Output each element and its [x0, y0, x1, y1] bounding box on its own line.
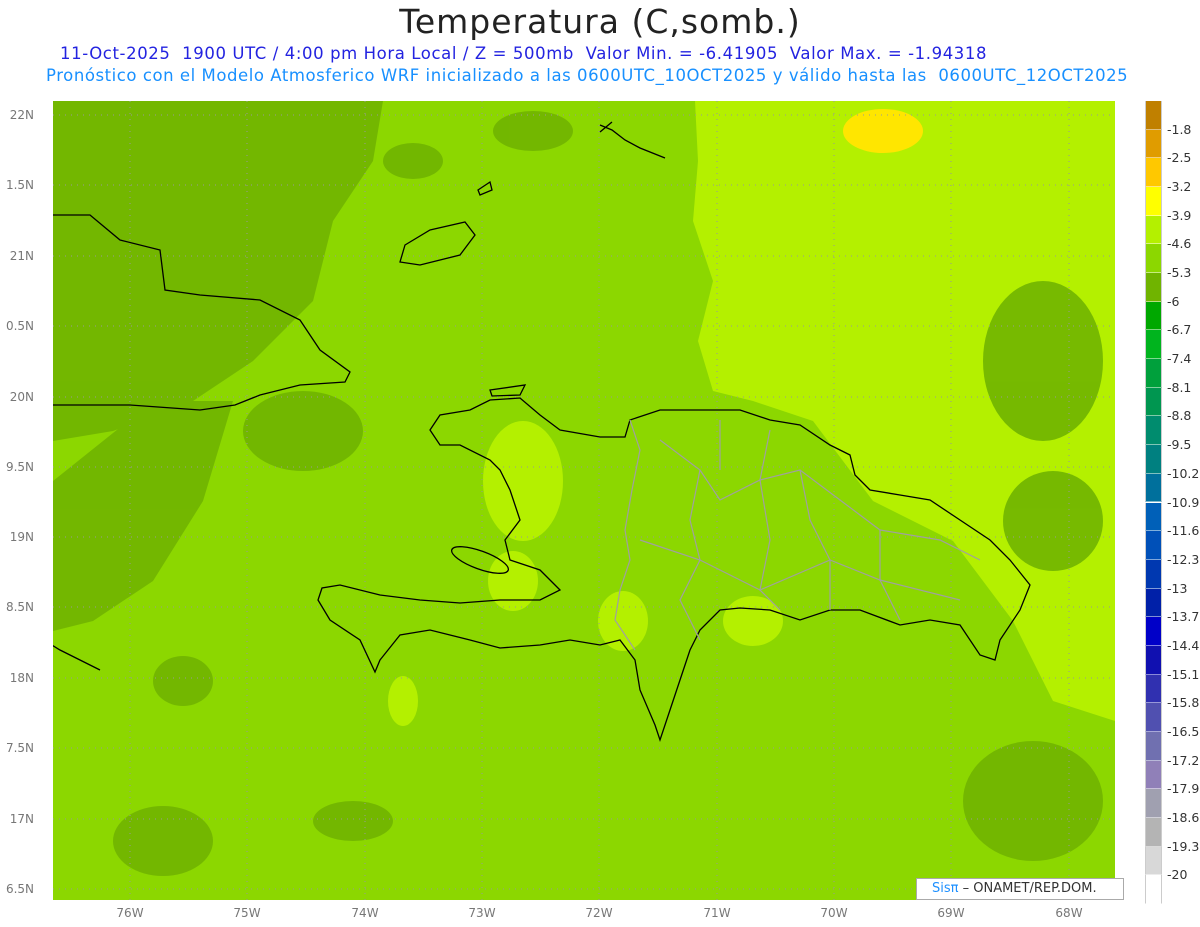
colorbar-label: -19.3: [1167, 838, 1200, 854]
logo-text: – ONAMET/REP.DOM.: [958, 881, 1097, 896]
source-logo: Sisπ – ONAMET/REP.DOM.: [916, 878, 1124, 900]
colorbar-label: -9.5: [1167, 437, 1192, 453]
y-label: 21N: [9, 249, 34, 263]
colorbar-swatch: [1145, 789, 1162, 818]
colorbar-swatch: [1145, 760, 1162, 790]
colorbar-label: -10.9: [1167, 494, 1200, 510]
colorbar-swatch: [1145, 473, 1162, 503]
colorbar-swatch: [1145, 158, 1162, 188]
colorbar-label: -20: [1167, 867, 1188, 883]
y-label: 22N: [9, 108, 34, 122]
colorbar-label: -8.1: [1167, 379, 1192, 395]
subtitle-datetime: 11-Oct-2025 1900 UTC / 4:00 pm Hora Loca…: [60, 44, 988, 63]
x-label: 69W: [937, 906, 965, 920]
colorbar-label: -6: [1167, 293, 1180, 309]
colorbar-swatch: [1145, 674, 1162, 704]
colorbar-label: -5.3: [1167, 265, 1192, 281]
y-label: 7.5N: [5, 741, 34, 755]
colorbar-swatch: [1145, 215, 1162, 245]
colorbar-swatch: [1145, 445, 1162, 474]
y-label: 0.5N: [5, 319, 34, 333]
subtitle-model-info: Pronóstico con el Modelo Atmosferico WRF…: [46, 66, 1129, 85]
colorbar-swatch: [1145, 846, 1162, 876]
colorbar-swatch: [1145, 244, 1162, 274]
colorbar-label: -10.2: [1167, 465, 1200, 481]
y-label: 20N: [9, 390, 34, 404]
colorbar-label: -3.2: [1167, 179, 1192, 195]
colorbar-swatch: [1145, 875, 1162, 904]
colorbar-label: -11.6: [1167, 523, 1200, 539]
colorbar-swatch: [1145, 502, 1162, 532]
colorbar-label: -4.6: [1167, 236, 1192, 252]
colorbar-swatch: [1145, 817, 1162, 847]
colorbar-label: -17.9: [1167, 781, 1200, 797]
colorbar-label: -18.6: [1167, 809, 1200, 825]
colorbar-swatch: [1145, 617, 1162, 646]
colorbar-label: -16.5: [1167, 723, 1200, 739]
x-label: 71W: [703, 906, 731, 920]
y-label: 9.5N: [5, 460, 34, 474]
colorbar-swatch: [1145, 359, 1162, 388]
warm-max-patch: [843, 109, 923, 153]
temperature-map: [53, 101, 1115, 900]
colorbar-label: -15.1: [1167, 666, 1200, 682]
colorbar-label: -15.8: [1167, 695, 1200, 711]
colorbar-swatch: [1145, 588, 1162, 618]
x-label: 68W: [1055, 906, 1083, 920]
y-label: 8.5N: [5, 600, 34, 614]
x-label: 73W: [468, 906, 496, 920]
colorbar-swatch: [1145, 416, 1162, 446]
colorbar-swatch: [1145, 301, 1162, 331]
colorbar-label: -3.9: [1167, 207, 1192, 223]
x-label: 74W: [351, 906, 379, 920]
y-label: 19N: [9, 530, 34, 544]
colorbar-label: -8.8: [1167, 408, 1192, 424]
sispi-brand: Sisπ: [932, 881, 959, 896]
y-label: 18N: [9, 671, 34, 685]
colorbar-label: -13.7: [1167, 609, 1200, 625]
colorbar-swatch: [1145, 645, 1162, 675]
colorbar-label: -12.3: [1167, 551, 1200, 567]
colorbar-swatch: [1145, 273, 1162, 302]
x-label: 70W: [820, 906, 848, 920]
x-label: 76W: [116, 906, 144, 920]
colorbar-label: -1.8: [1167, 121, 1192, 137]
colorbar-label: -13: [1167, 580, 1188, 596]
y-label: 17N: [9, 812, 34, 826]
colorbar-label: -14.4: [1167, 637, 1200, 653]
y-label: 1.5N: [5, 178, 34, 192]
colorbar-swatch: [1145, 101, 1162, 130]
x-label: 72W: [585, 906, 613, 920]
colorbar-swatch: [1145, 330, 1162, 360]
colorbar-label: -2.5: [1167, 150, 1192, 166]
colorbar-swatch: [1145, 387, 1162, 417]
colorbar-label: -6.7: [1167, 322, 1192, 338]
colorbar-swatch: [1145, 187, 1162, 216]
colorbar-label: -7.4: [1167, 351, 1192, 367]
y-label: 6.5N: [5, 882, 34, 896]
chart-title: Temperatura (C,somb.): [399, 2, 801, 41]
x-label: 75W: [233, 906, 261, 920]
colorbar-swatch: [1145, 703, 1162, 732]
colorbar-swatch: [1145, 531, 1162, 560]
colorbar-swatch: [1145, 731, 1162, 761]
colorbar-label: -17.2: [1167, 752, 1200, 768]
colorbar-swatch: [1145, 129, 1162, 159]
colorbar-swatch: [1145, 559, 1162, 589]
